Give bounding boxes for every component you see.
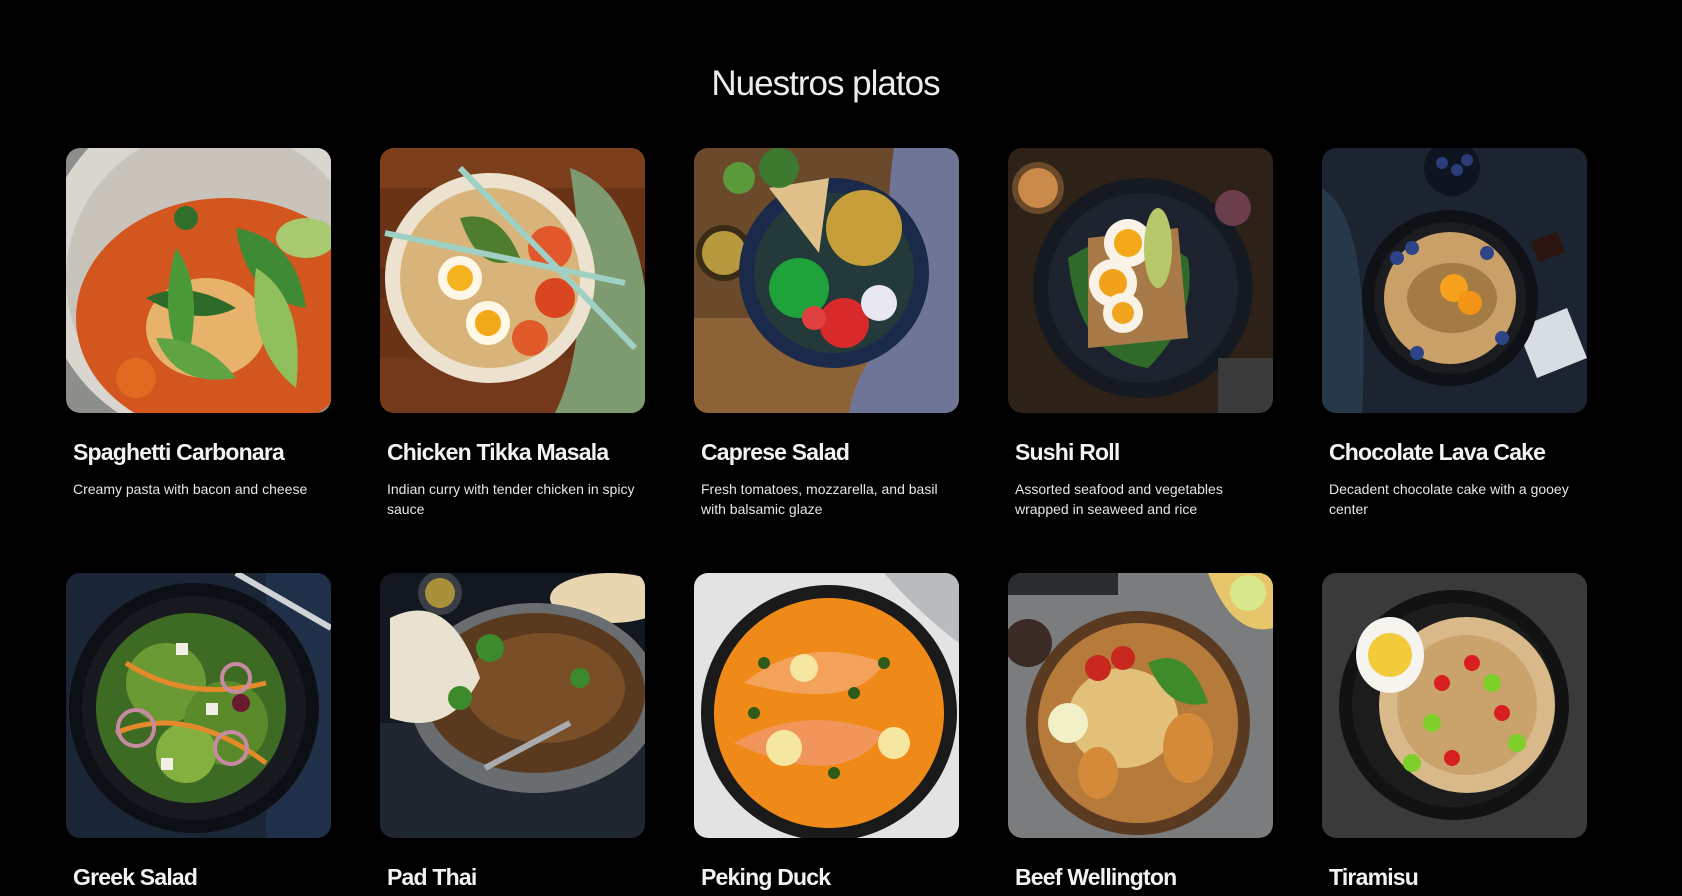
dish-image[interactable] (694, 573, 959, 838)
dish-description: Indian curry with tender chicken in spic… (387, 481, 635, 517)
dish-image[interactable] (1008, 573, 1273, 838)
dishes-grid: Spaghetti Carbonara Creamy pasta with ba… (66, 148, 1587, 890)
dish-card[interactable]: Tiramisu (1322, 573, 1587, 890)
dish-title: Peking Duck (701, 864, 831, 890)
dish-card[interactable]: Chocolate Lava Cake Decadent chocolate c… (1322, 148, 1587, 517)
dish-title: Chocolate Lava Cake (1329, 439, 1546, 465)
dish-title: Sushi Roll (1015, 439, 1120, 465)
dish-card[interactable]: Beef Wellington (1008, 573, 1273, 890)
dish-image[interactable] (380, 148, 645, 413)
dish-title: Caprese Salad (701, 439, 850, 465)
dish-image[interactable] (66, 148, 331, 413)
dish-title: Tiramisu (1329, 864, 1419, 890)
dish-description: Fresh tomatoes, mozzarella, and basil wi… (701, 481, 938, 517)
dish-title: Beef Wellington (1015, 864, 1177, 890)
dish-card[interactable]: Greek Salad (66, 573, 331, 890)
dish-card[interactable]: Caprese Salad Fresh tomatoes, mozzarella… (694, 148, 959, 517)
dish-card[interactable]: Sushi Roll Assorted seafood and vegetabl… (1008, 148, 1273, 517)
dish-title: Greek Salad (73, 864, 198, 890)
dish-image[interactable] (1322, 573, 1587, 838)
dish-image[interactable] (1008, 148, 1273, 413)
dishes-page: Nuestros platos Spaghetti Carbonara Crea… (0, 0, 1682, 896)
section-title: Nuestros platos (711, 64, 940, 103)
dish-image[interactable] (694, 148, 959, 413)
dish-card[interactable]: Chicken Tikka Masala Indian curry with t… (380, 148, 645, 517)
dish-card[interactable]: Peking Duck (694, 573, 959, 890)
dish-card[interactable]: Pad Thai (380, 573, 645, 890)
dish-description: Assorted seafood and vegetables wrapped … (1015, 481, 1223, 517)
dish-description: Creamy pasta with bacon and cheese (73, 481, 308, 497)
dish-title: Spaghetti Carbonara (73, 439, 285, 465)
dish-title: Pad Thai (387, 864, 477, 890)
dish-image[interactable] (1322, 148, 1587, 413)
dish-image[interactable] (66, 573, 331, 838)
dish-title: Chicken Tikka Masala (387, 439, 609, 465)
dish-image[interactable] (380, 573, 645, 838)
dish-description: Decadent chocolate cake with a gooey cen… (1329, 481, 1569, 517)
dish-card[interactable]: Spaghetti Carbonara Creamy pasta with ba… (66, 148, 331, 497)
